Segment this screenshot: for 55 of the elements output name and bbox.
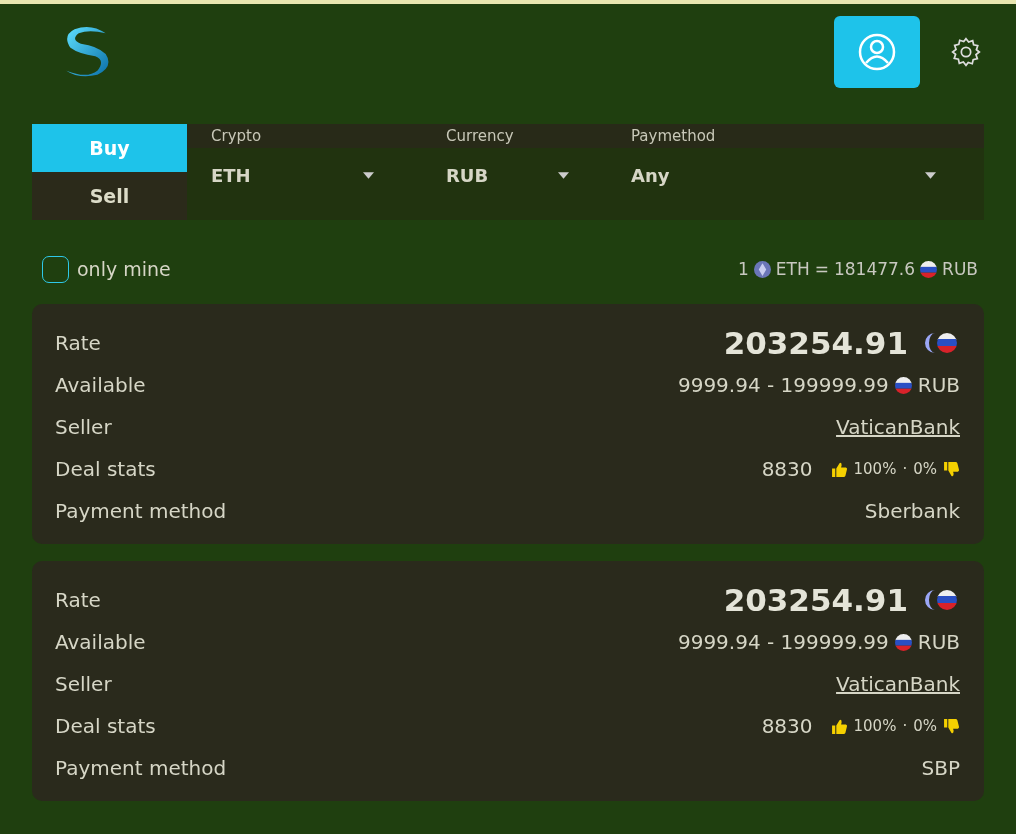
rate-amount: 1	[737, 259, 749, 279]
amount-range: 9999.94 - 199999.99	[677, 630, 889, 654]
dropdown[interactable]: Any	[629, 148, 964, 202]
currency-code: RUB	[917, 373, 960, 397]
crypto-code: ETH	[775, 259, 810, 279]
deal-count: 8830	[761, 714, 813, 738]
rate-value: 203254.91	[723, 582, 908, 618]
separator-dot: ·	[902, 460, 908, 478]
field-label: Deal stats	[55, 714, 156, 738]
filter-label: Crypto	[211, 126, 263, 147]
negative-rate: 0%	[913, 717, 937, 735]
thumbs-down-icon	[943, 717, 960, 735]
equals-sign: =	[814, 259, 829, 279]
russia-flag-icon	[894, 376, 912, 394]
field-label: Deal stats	[55, 457, 156, 481]
field-label: Rate	[55, 588, 101, 612]
payment-method: SBP	[921, 756, 960, 780]
filter-label: Paymethod	[631, 126, 717, 147]
ethereum-coin-icon	[753, 260, 771, 278]
checkbox-label: only mine	[77, 258, 171, 280]
seller-link[interactable]: VaticanBank	[836, 415, 960, 439]
field-label: Available	[55, 373, 146, 397]
separator-dot: ·	[902, 717, 908, 735]
field-label: Rate	[55, 331, 101, 355]
russia-flag-icon	[894, 633, 912, 651]
currency-code: RUB	[917, 630, 960, 654]
filter-label: Currency	[446, 126, 515, 147]
dropdown[interactable]: RUB	[444, 148, 597, 202]
caret-icon	[925, 171, 936, 179]
field-label: Payment method	[55, 756, 227, 780]
rate-value: 181477.6	[833, 259, 916, 279]
russia-flag-icon	[920, 260, 938, 278]
thumbs-down-icon	[943, 460, 960, 478]
currency-code: RUB	[942, 259, 978, 279]
field-label: Seller	[55, 672, 112, 696]
positive-rate: 100%	[853, 717, 897, 735]
checkbox[interactable]	[42, 255, 69, 283]
caret-icon	[363, 171, 374, 179]
payment-method: Sberbank	[864, 499, 960, 523]
settings-icon[interactable]	[950, 36, 982, 68]
caret-icon	[558, 171, 569, 179]
dropdown[interactable]: ETH	[209, 148, 402, 202]
positive-rate: 100%	[853, 460, 897, 478]
deal-count: 8830	[761, 457, 813, 481]
thumbs-up-icon	[830, 717, 848, 735]
negative-rate: 0%	[913, 460, 937, 478]
thumbs-up-icon	[830, 460, 848, 478]
field-label: Available	[55, 630, 146, 654]
amount-range: 9999.94 - 199999.99	[677, 373, 889, 397]
field-label: Seller	[55, 415, 112, 439]
seller-link[interactable]: VaticanBank	[836, 672, 960, 696]
tab[interactable]: Sell	[32, 172, 187, 220]
field-label: Payment method	[55, 499, 227, 523]
rate-value: 203254.91	[723, 325, 908, 361]
user-icon	[857, 32, 897, 72]
